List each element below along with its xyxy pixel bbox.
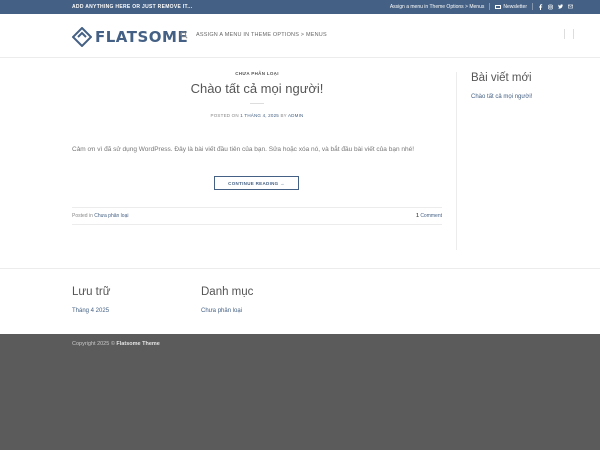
copyright-prefix: Copyright 2025 © <box>72 341 115 347</box>
archive-widget: Lưu trữ Tháng 4 2025 <box>72 286 110 314</box>
posted-in: Posted in Chưa phân loại <box>72 213 128 219</box>
sidebar: Bài viết mới Chào tất cả mọi người! <box>471 72 581 100</box>
comments-link[interactable]: 1 Comment <box>416 213 442 219</box>
logo-mark-icon <box>72 27 92 47</box>
facebook-icon[interactable] <box>538 3 543 10</box>
footer-widgets: Lưu trữ Tháng 4 2025 Danh mục Chưa phân … <box>0 268 600 334</box>
header-divider <box>564 29 565 39</box>
sidebar-recent-post-link[interactable]: Chào tất cả mọi người! <box>471 94 581 100</box>
post-date-link[interactable]: 1 THÁNG 4, 2025 <box>240 113 279 118</box>
site-logo[interactable]: FLATSOME <box>72 27 188 47</box>
post-meta: POSTED ON 1 THÁNG 4, 2025 BY ADMIN <box>72 113 442 118</box>
newsletter-label: Newsletter <box>503 3 527 10</box>
main-nav-placeholder[interactable]: ASSIGN A MENU IN THEME OPTIONS > MENUS <box>196 32 327 38</box>
category-title: Danh mục <box>201 286 254 298</box>
title-divider <box>250 103 264 104</box>
top-bar-divider <box>489 3 491 10</box>
site-header: FLATSOME ASSIGN A MENU IN THEME OPTIONS … <box>0 14 600 58</box>
posted-in-category-link[interactable]: Chưa phân loại <box>94 213 128 219</box>
post-excerpt: Cảm ơn vì đã sử dụng WordPress. Đây là b… <box>72 146 415 153</box>
posted-in-label: Posted in <box>72 213 93 219</box>
comment-count: 1 <box>416 213 419 219</box>
archive-link[interactable]: Tháng 4 2025 <box>72 308 110 314</box>
post-title[interactable]: Chào tất cả mọi người! <box>72 81 442 96</box>
top-bar-right: Assign a menu in Theme Options > Menus N… <box>390 3 573 10</box>
comment-label: Comment <box>420 213 442 219</box>
top-bar-menu-link[interactable]: Assign a menu in Theme Options > Menus <box>390 4 485 10</box>
category-widget: Danh mục Chưa phân loại <box>201 286 253 314</box>
meta-by: BY <box>280 113 287 118</box>
header-divider <box>573 29 574 39</box>
header-right <box>564 29 574 39</box>
top-bar-divider <box>532 3 533 10</box>
search-icon[interactable] <box>180 31 188 39</box>
top-bar-text: ADD ANYTHING HERE OR JUST REMOVE IT... <box>72 4 193 10</box>
post-category[interactable]: CHƯA PHÂN LOẠI <box>72 71 442 76</box>
top-bar: ADD ANYTHING HERE OR JUST REMOVE IT... A… <box>0 0 600 14</box>
category-link[interactable]: Chưa phân loại <box>201 308 253 314</box>
email-icon[interactable] <box>568 4 573 9</box>
post-footer: Posted in Chưa phân loại 1 Comment <box>72 207 442 225</box>
sidebar-recent-posts-title: Bài viết mới <box>471 72 532 84</box>
absolute-footer: Copyright 2025 © Flatsome Theme <box>0 334 600 450</box>
copyright: Copyright 2025 © Flatsome Theme <box>72 341 160 347</box>
continue-reading-button[interactable]: CONTINUE READING → <box>214 176 299 190</box>
copyright-brand: Flatsome Theme <box>116 341 160 347</box>
instagram-icon[interactable] <box>548 4 553 9</box>
sidebar-divider <box>456 72 457 250</box>
post-author-link[interactable]: ADMIN <box>288 113 304 118</box>
meta-prefix: POSTED ON <box>210 113 239 118</box>
archive-title: Lưu trữ <box>72 286 111 298</box>
twitter-icon[interactable] <box>558 4 563 9</box>
newsletter-link[interactable]: Newsletter <box>495 4 527 10</box>
logo-text: FLATSOME <box>95 28 189 46</box>
mail-icon <box>495 4 502 9</box>
